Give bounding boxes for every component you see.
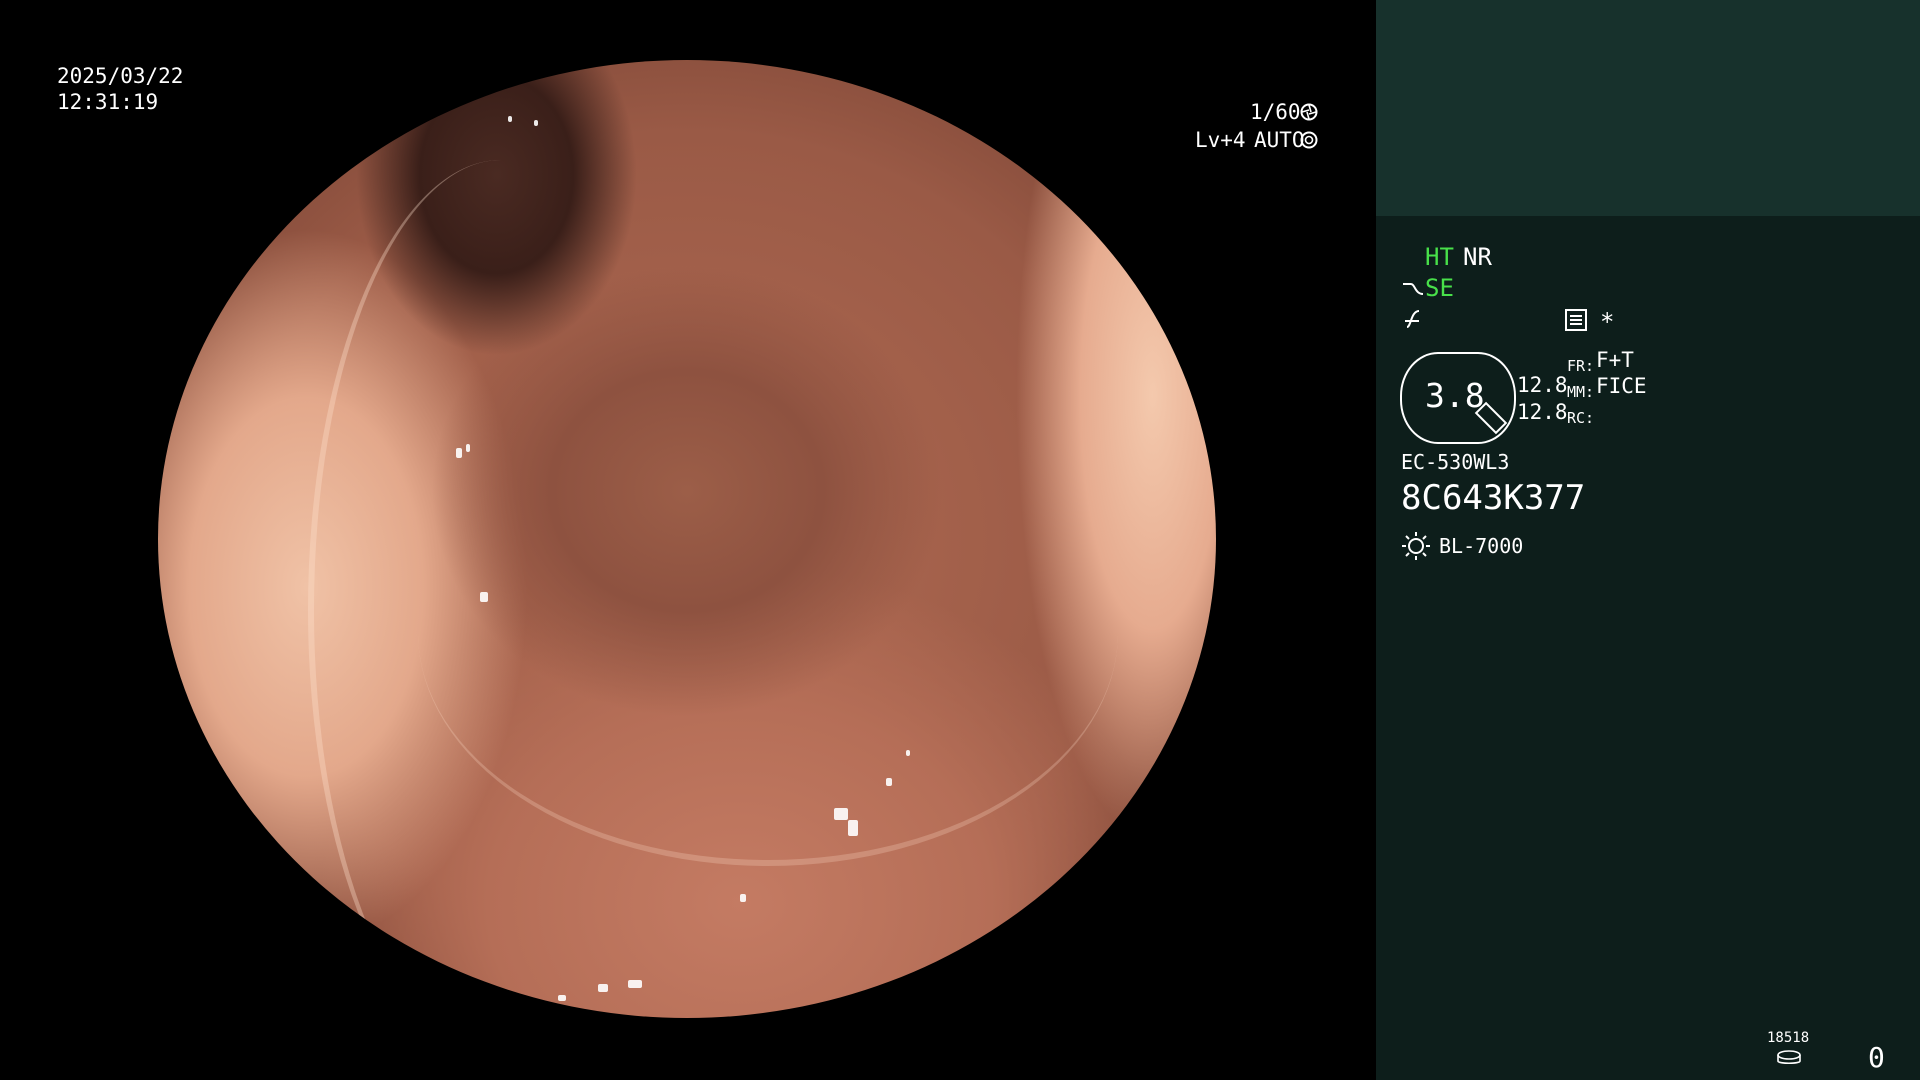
time-label: 12:31:19 (57, 90, 159, 114)
endoscope-image (158, 60, 1216, 1018)
panel-header (1376, 0, 1920, 216)
list-icon (1565, 309, 1587, 331)
disk-icon (1777, 1050, 1801, 1065)
curve-icon (1403, 283, 1424, 295)
se-indicator: SE (1425, 274, 1454, 302)
ht-indicator: HT (1425, 243, 1454, 271)
fr-label: FR: (1567, 357, 1595, 375)
shutter-speed: 1/60 (1250, 100, 1301, 124)
exposure-level: Lv+4 (1195, 128, 1246, 152)
nr-indicator: NR (1463, 243, 1492, 271)
date-label: 2025/03/22 (57, 64, 184, 88)
scope-serial: 8C643K377 (1401, 478, 1586, 518)
scope-model: EC-530WL3 (1401, 450, 1510, 474)
light-source: BL-7000 (1439, 534, 1524, 558)
exposure-mode: AUTO (1254, 128, 1305, 152)
value-1: 12.8 (1517, 373, 1568, 397)
aperture-icon (1300, 103, 1318, 121)
value-2: 12.8 (1517, 400, 1568, 424)
sun-icon (1402, 532, 1430, 560)
fr-value: F+T (1596, 348, 1634, 372)
auto-iris-icon (1300, 131, 1318, 149)
storage-count: 18518 (1767, 1030, 1810, 1046)
zoom-value: 3.8 (1425, 376, 1485, 415)
f-curve-icon (1405, 310, 1420, 328)
image-counter: 0 (1868, 1041, 1885, 1074)
rc-label: RC: (1567, 409, 1595, 427)
mm-value: FICE (1596, 374, 1647, 398)
asterisk-indicator: * (1600, 308, 1615, 336)
mm-label: MM: (1567, 383, 1595, 401)
